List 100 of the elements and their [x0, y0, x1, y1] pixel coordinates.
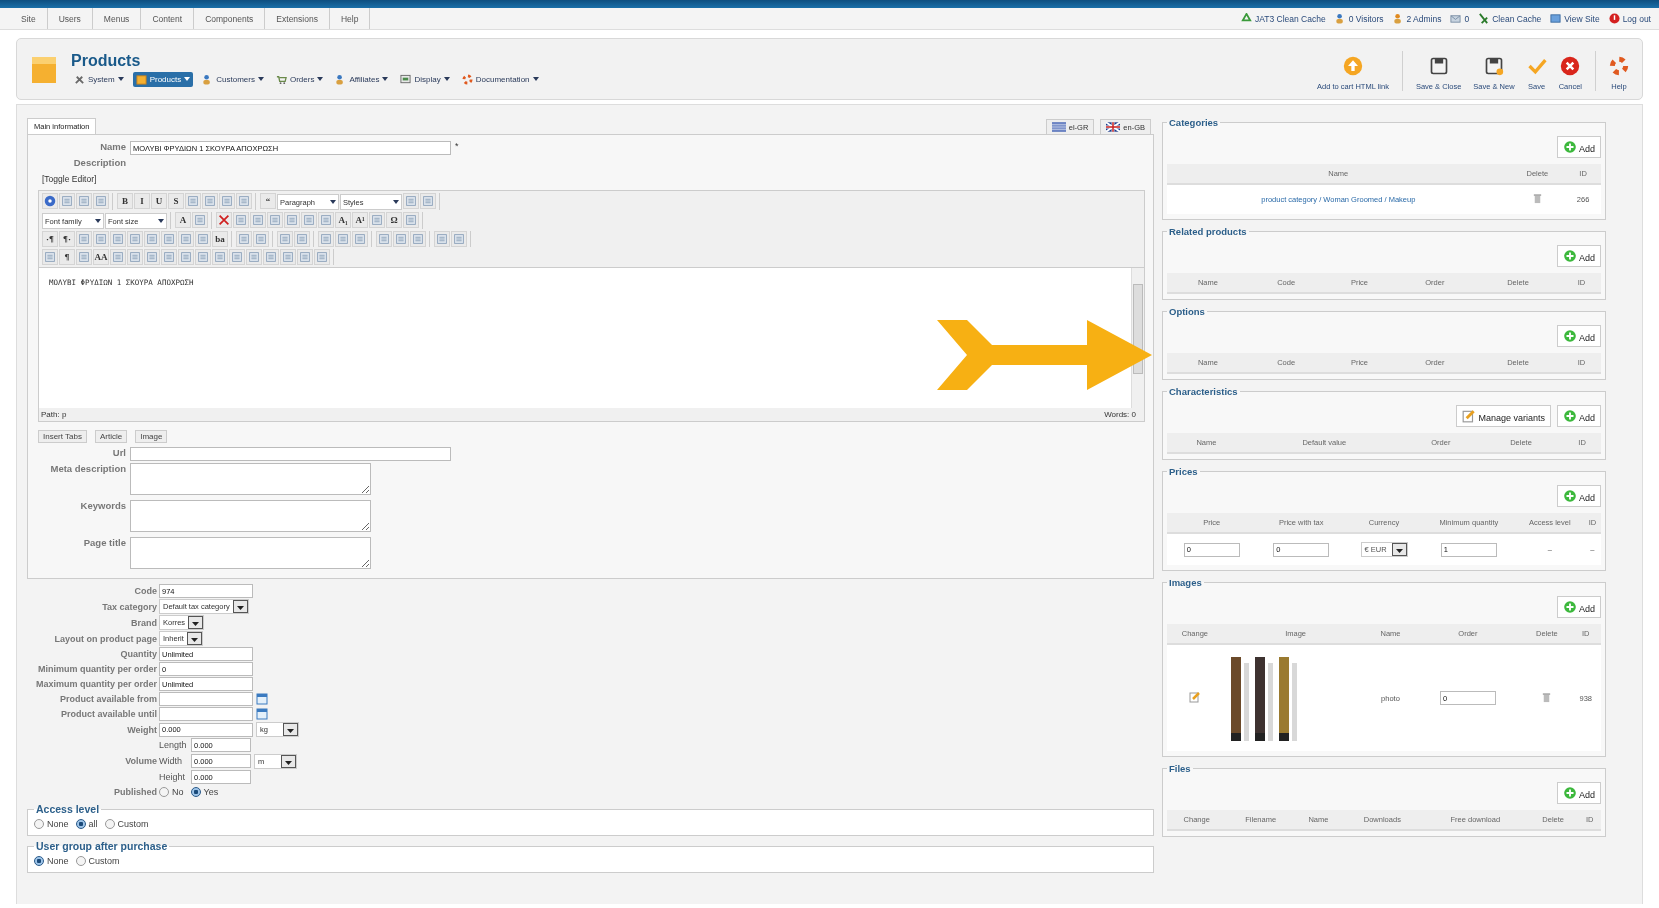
tool-icon[interactable]	[403, 193, 419, 209]
tool-icon[interactable]	[376, 231, 392, 247]
status-link[interactable]: Clean Cache	[1478, 13, 1542, 24]
tool-icon[interactable]	[161, 249, 177, 265]
add-button[interactable]: Add	[1557, 136, 1601, 158]
tool-icon[interactable]	[144, 231, 160, 247]
tool-icon[interactable]	[161, 231, 177, 247]
tool-icon[interactable]	[110, 231, 126, 247]
add-button[interactable]: Add	[1557, 245, 1601, 267]
tool-icon[interactable]	[352, 231, 368, 247]
submenu-item[interactable]: Display	[397, 71, 453, 87]
submenu-item[interactable]: Customers	[199, 71, 267, 87]
status-link[interactable]: View Site	[1550, 13, 1600, 24]
tool-icon[interactable]	[280, 249, 296, 265]
tool-icon[interactable]	[144, 249, 160, 265]
tool-icon[interactable]	[76, 231, 92, 247]
text-area[interactable]	[130, 537, 371, 569]
radio-button[interactable]	[34, 819, 44, 829]
help-icon[interactable]	[42, 193, 58, 209]
submenu-item[interactable]: Documentation	[458, 71, 542, 87]
date-field[interactable]	[159, 692, 253, 706]
tool-icon[interactable]	[110, 249, 126, 265]
tool-icon[interactable]	[212, 249, 228, 265]
tool-icon[interactable]	[236, 193, 252, 209]
tool-icon[interactable]	[93, 193, 109, 209]
tool-icon[interactable]	[246, 249, 262, 265]
editor-tool-button[interactable]: A¹	[352, 212, 368, 228]
tool-icon[interactable]	[76, 193, 92, 209]
tool-icon[interactable]	[233, 212, 249, 228]
tool-icon[interactable]	[185, 193, 201, 209]
radio-button[interactable]	[34, 856, 44, 866]
tool-icon[interactable]	[420, 193, 436, 209]
submenu-item[interactable]: System	[71, 71, 127, 87]
menu-item[interactable]: Site	[10, 8, 48, 29]
editor-tool-button[interactable]: ¶·	[59, 231, 75, 247]
submenu-item[interactable]: Products	[132, 71, 194, 87]
radio-button[interactable]	[159, 787, 169, 797]
editor-tool-button[interactable]: S	[168, 193, 184, 209]
editor-tool-button[interactable]: Ω	[386, 212, 402, 228]
text-area[interactable]	[130, 500, 371, 532]
menu-item[interactable]: Extensions	[265, 8, 330, 29]
add-button[interactable]: Add	[1557, 405, 1601, 427]
tool-icon[interactable]	[410, 231, 426, 247]
editor-tool-button[interactable]: I	[134, 193, 150, 209]
menu-item[interactable]: Users	[47, 8, 93, 29]
scissors-icon[interactable]	[216, 212, 232, 228]
radio-button[interactable]	[190, 787, 201, 797]
tool-icon[interactable]	[178, 231, 194, 247]
tool-icon[interactable]	[219, 193, 235, 209]
tool-icon[interactable]	[202, 193, 218, 209]
tool-icon[interactable]	[434, 231, 450, 247]
tool-icon[interactable]	[294, 231, 310, 247]
radio-button[interactable]	[75, 856, 86, 866]
tool-icon[interactable]	[93, 231, 109, 247]
tool-icon[interactable]	[263, 249, 279, 265]
status-link[interactable]: 0	[1450, 13, 1470, 24]
calendar-icon[interactable]	[256, 693, 268, 705]
tool-icon[interactable]	[393, 231, 409, 247]
tool-icon[interactable]	[318, 231, 334, 247]
text-area[interactable]	[130, 463, 371, 495]
editor-tool-button[interactable]: A	[175, 212, 191, 228]
date-field[interactable]	[159, 707, 253, 721]
submenu-item[interactable]: Orders	[272, 71, 327, 87]
tool-icon[interactable]	[127, 249, 143, 265]
tool-icon[interactable]	[277, 231, 293, 247]
tool-icon[interactable]	[253, 231, 269, 247]
tool-icon[interactable]	[76, 249, 92, 265]
status-link[interactable]: JAT3 Clean Cache	[1240, 13, 1326, 24]
tool-icon[interactable]	[403, 212, 419, 228]
trash-icon[interactable]	[1531, 193, 1543, 204]
toggle-editor-link[interactable]: [Toggle Editor]	[42, 174, 97, 184]
tool-icon[interactable]	[301, 212, 317, 228]
trash-icon[interactable]	[1541, 691, 1553, 703]
tool-icon[interactable]	[42, 249, 58, 265]
tool-icon[interactable]	[192, 212, 208, 228]
tool-icon[interactable]	[284, 212, 300, 228]
calendar-icon[interactable]	[256, 708, 268, 720]
tool-icon[interactable]	[59, 193, 75, 209]
add-button[interactable]: Add	[1557, 485, 1601, 507]
menu-item[interactable]: Help	[329, 8, 371, 29]
tool-icon[interactable]	[195, 249, 211, 265]
add-button[interactable]: Add	[1557, 782, 1601, 804]
tool-icon[interactable]	[318, 212, 334, 228]
tool-icon[interactable]	[236, 231, 252, 247]
tool-icon[interactable]	[250, 212, 266, 228]
editor-button[interactable]: Article	[95, 430, 128, 443]
add-button[interactable]: Add	[1557, 325, 1601, 347]
editor-button[interactable]: Image	[135, 430, 168, 443]
editor-tool-button[interactable]: ·¶	[42, 231, 58, 247]
text-field[interactable]	[130, 447, 451, 461]
tool-icon[interactable]	[195, 231, 211, 247]
status-link[interactable]: 2 Admins	[1392, 13, 1442, 24]
editor-button[interactable]: Insert Tabs	[38, 430, 87, 443]
add-button[interactable]: Manage variants	[1456, 405, 1551, 427]
editor-tool-button[interactable]: B	[117, 193, 133, 209]
status-link[interactable]: Log out	[1608, 13, 1651, 24]
tool-icon[interactable]	[267, 212, 283, 228]
menu-item[interactable]: Components	[194, 8, 266, 29]
tool-icon[interactable]	[178, 249, 194, 265]
editor-tool-button[interactable]: AA	[93, 249, 109, 265]
